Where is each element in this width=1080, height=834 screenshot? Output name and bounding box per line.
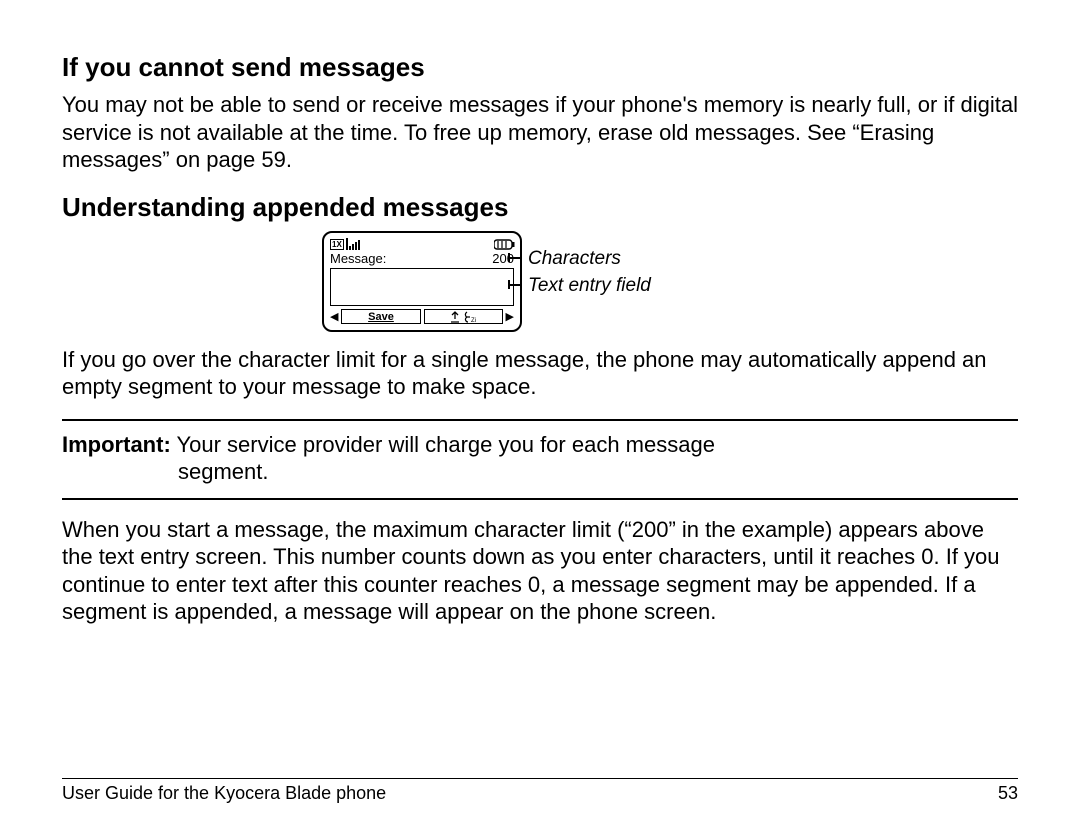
- svg-text:Zi: Zi: [471, 318, 476, 323]
- battery-icon: [494, 239, 514, 249]
- callout-text-field: Text entry field: [528, 276, 651, 295]
- left-arrow-icon: ◀: [330, 310, 338, 323]
- callout-tick-icon: [508, 284, 522, 286]
- callout-tick-icon: [508, 257, 522, 259]
- heading-cannot-send: If you cannot send messages: [62, 52, 1018, 83]
- heading-appended: Understanding appended messages: [62, 192, 1018, 223]
- footer-title: User Guide for the Kyocera Blade phone: [62, 783, 386, 804]
- para-after-figure: If you go over the character limit for a…: [62, 346, 1018, 401]
- para-cannot-send: You may not be able to send or receive m…: [62, 91, 1018, 174]
- figure-row: 1X Message: 200 ◀ Save: [322, 231, 1018, 332]
- message-header-row: Message: 200: [328, 251, 516, 267]
- right-arrow-icon: ▶: [506, 310, 514, 323]
- footer-page-number: 53: [998, 783, 1018, 804]
- important-label: Important:: [62, 432, 171, 457]
- callout-characters: Characters: [528, 249, 621, 268]
- status-bar: 1X: [328, 237, 516, 251]
- text-entry-field: [330, 268, 514, 306]
- para-counter-explain: When you start a message, the maximum ch…: [62, 516, 1018, 626]
- figure-callouts: Characters Text entry field: [540, 231, 651, 295]
- important-note: Important: Your service provider will ch…: [62, 419, 1018, 500]
- page-footer: User Guide for the Kyocera Blade phone 5…: [62, 778, 1018, 804]
- message-label: Message:: [330, 252, 386, 266]
- network-badge: 1X: [330, 239, 344, 250]
- phone-screen-illustration: 1X Message: 200 ◀ Save: [322, 231, 522, 332]
- important-text-line1: Your service provider will charge you fo…: [176, 432, 714, 457]
- important-text-line2: segment.: [62, 458, 1018, 486]
- softkey-bar: ◀ Save Zi ▶: [328, 308, 516, 326]
- save-softkey: Save: [341, 309, 420, 324]
- input-mode-softkey: Zi: [424, 309, 503, 324]
- signal-icon: [346, 238, 360, 250]
